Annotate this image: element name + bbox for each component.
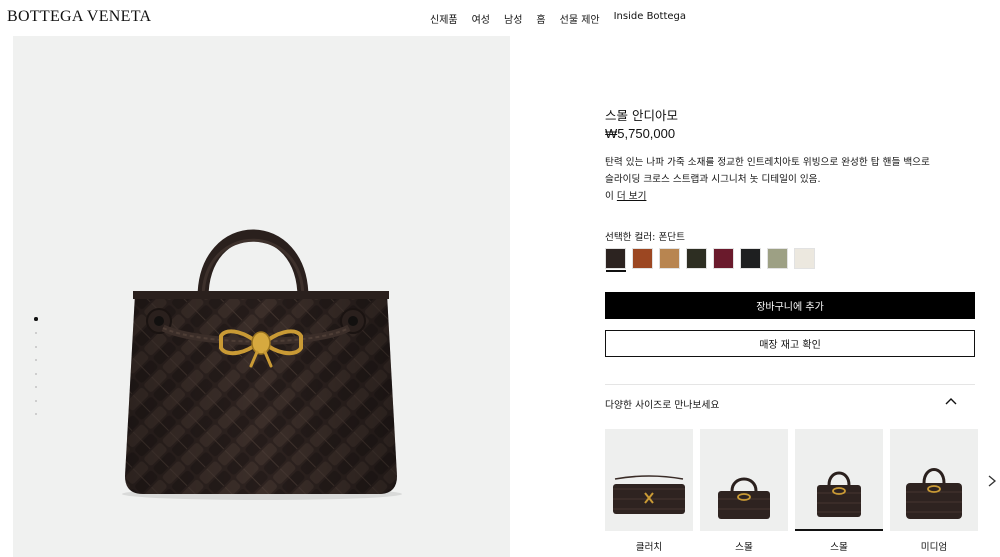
size-label: 미디엄 bbox=[920, 542, 948, 553]
sizes-title: 다양한 사이즈로 만나보세요 bbox=[605, 400, 720, 411]
gallery-dot-1[interactable] bbox=[34, 317, 38, 321]
color-swatch-rust[interactable] bbox=[632, 248, 653, 269]
color-swatch-fondant[interactable] bbox=[605, 248, 626, 272]
nav-item-women[interactable]: 여성 bbox=[472, 11, 490, 26]
gallery-dot-6[interactable] bbox=[35, 386, 37, 388]
small-bag-image bbox=[718, 477, 770, 519]
size-thumbnail bbox=[605, 429, 693, 531]
gallery-dot-7[interactable] bbox=[35, 399, 37, 402]
size-options: 클러치 스몰 스몰 미디엄 bbox=[605, 429, 978, 553]
size-label: 클러치 bbox=[635, 542, 663, 553]
size-card-small-selected[interactable]: 스몰 bbox=[795, 429, 883, 553]
gallery-dot-3[interactable] bbox=[35, 345, 37, 348]
add-to-cart-button[interactable]: 장바구니에 추가 bbox=[605, 292, 975, 319]
color-swatch-olive-dark[interactable] bbox=[686, 248, 707, 269]
nav-item-inside-bottega[interactable]: Inside Bottega bbox=[614, 11, 686, 26]
product-image-gallery[interactable] bbox=[13, 36, 510, 557]
sizes-accordion-header[interactable]: 다양한 사이즈로 만나보세요 bbox=[605, 397, 975, 413]
chevron-right-icon[interactable] bbox=[986, 474, 998, 488]
nav-item-gifts[interactable]: 선물 제안 bbox=[560, 11, 600, 26]
size-thumbnail bbox=[795, 429, 883, 531]
size-card-small-a[interactable]: 스몰 bbox=[700, 429, 788, 553]
product-image bbox=[122, 229, 402, 500]
color-swatch-sage[interactable] bbox=[767, 248, 788, 269]
description-more-line: 이 더 보기 bbox=[605, 188, 975, 205]
brand-logo[interactable]: BOTTEGA VENETA bbox=[7, 8, 151, 26]
product-title: 스몰 안디아모 bbox=[605, 108, 678, 123]
color-swatches bbox=[605, 248, 815, 272]
color-swatch-burgundy[interactable] bbox=[713, 248, 734, 269]
color-swatch-caramel[interactable] bbox=[659, 248, 680, 269]
nav-item-men[interactable]: 남성 bbox=[504, 11, 522, 26]
main-nav: 신제품 여성 남성 홈 선물 제안 Inside Bottega bbox=[430, 11, 686, 26]
size-card-clutch[interactable]: 클러치 bbox=[605, 429, 693, 553]
gallery-pagination bbox=[34, 317, 38, 427]
color-swatch-cream[interactable] bbox=[794, 248, 815, 269]
medium-bag-image bbox=[906, 468, 962, 519]
size-thumbnail bbox=[890, 429, 978, 531]
gallery-dot-5[interactable] bbox=[35, 372, 37, 375]
clutch-bag-image bbox=[613, 475, 685, 514]
selected-color-label: 선택한 컬러: 폰단트 bbox=[605, 232, 685, 243]
size-card-medium[interactable]: 미디엄 bbox=[890, 429, 978, 553]
product-description: 탄력 있는 나파 가죽 소재를 정교한 인트레치아토 위빙으로 완성한 탑 핸들… bbox=[605, 154, 975, 205]
nav-item-new[interactable]: 신제품 bbox=[430, 11, 458, 26]
size-label: 스몰 bbox=[735, 542, 753, 553]
description-more-prefix: 이 bbox=[605, 191, 614, 202]
description-line: 탄력 있는 나파 가죽 소재를 정교한 인트레치아토 위빙으로 완성한 탑 핸들… bbox=[605, 157, 930, 168]
read-more-link[interactable]: 더 보기 bbox=[617, 191, 647, 202]
nav-item-home[interactable]: 홈 bbox=[536, 11, 545, 26]
check-store-stock-button[interactable]: 매장 재고 확인 bbox=[605, 330, 975, 357]
description-line: 슬라이딩 크로스 스트랩과 시그니처 놋 디테일이 있음. bbox=[605, 174, 821, 185]
size-thumbnail bbox=[700, 429, 788, 531]
small-bag-image bbox=[817, 471, 861, 517]
chevron-up-icon[interactable] bbox=[943, 394, 959, 410]
gallery-dot-4[interactable] bbox=[35, 359, 37, 361]
site-header: BOTTEGA VENETA 신제품 여성 남성 홈 선물 제안 Inside … bbox=[0, 0, 1000, 36]
color-swatch-black[interactable] bbox=[740, 248, 761, 269]
size-label: 스몰 bbox=[830, 542, 848, 553]
product-price: ₩5,750,000 bbox=[605, 126, 676, 141]
section-divider bbox=[605, 384, 975, 385]
gallery-dot-8[interactable] bbox=[35, 413, 37, 415]
gallery-dot-2[interactable] bbox=[35, 332, 37, 334]
